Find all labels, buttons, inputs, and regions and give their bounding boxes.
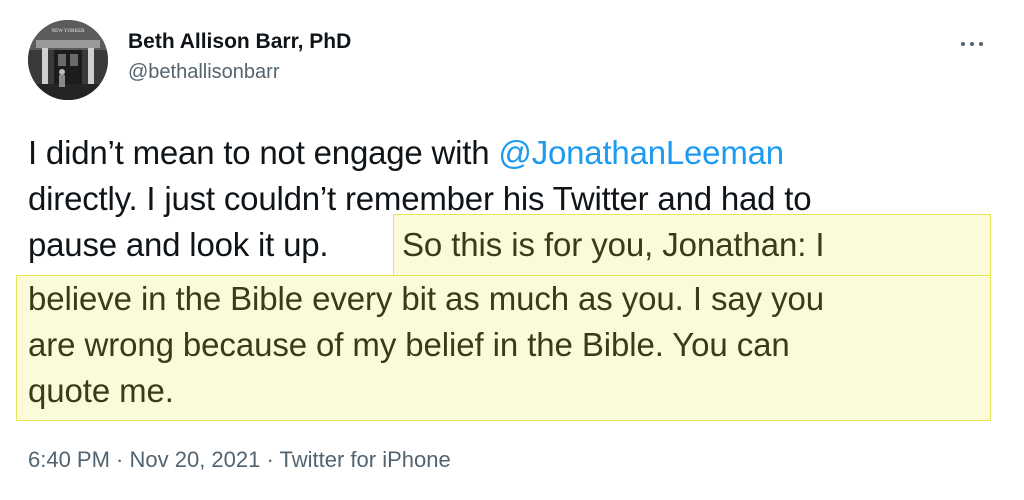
highlighted-text-line: So this is for you, Jonathan: I — [402, 226, 825, 263]
avatar-image: NEW YORKER — [28, 20, 108, 100]
tweet-text-line1: I didn’t mean to not engage with — [28, 134, 499, 171]
tweet-card: NEW YORKER Beth Allison Barr, PhD @betha… — [0, 0, 1024, 500]
author-display-name[interactable]: Beth Allison Barr, PhD — [128, 29, 351, 55]
avatar-caption: NEW YORKER — [52, 29, 86, 34]
highlighted-text-line: quote me. — [28, 372, 174, 409]
meta-separator: · — [109, 447, 130, 472]
highlighted-text-line: believe in the Bible every bit as much a… — [28, 280, 824, 317]
more-horizontal-icon — [961, 42, 965, 46]
tweet-meta: 6:40 PM · Nov 20, 2021 · Twitter for iPh… — [28, 446, 451, 474]
more-horizontal-icon-dot — [979, 42, 983, 46]
author-handle[interactable]: @bethallisonbarr — [128, 59, 351, 85]
tweet-date[interactable]: Nov 20, 2021 — [130, 447, 261, 472]
author-info: Beth Allison Barr, PhD @bethallisonbarr — [128, 29, 351, 85]
more-options-button[interactable] — [958, 40, 988, 50]
meta-separator: · — [260, 447, 280, 472]
mention-link[interactable]: @JonathanLeeman — [498, 134, 784, 171]
tweet-time[interactable]: 6:40 PM — [28, 447, 110, 472]
tweet-text-line2: directly. I just couldn’t remember his T… — [28, 180, 812, 217]
avatar[interactable]: NEW YORKER — [28, 20, 108, 100]
highlighted-text-line: are wrong because of my belief in the Bi… — [28, 326, 790, 363]
tweet-source[interactable]: Twitter for iPhone — [280, 447, 451, 472]
more-horizontal-icon-dot — [970, 42, 974, 46]
